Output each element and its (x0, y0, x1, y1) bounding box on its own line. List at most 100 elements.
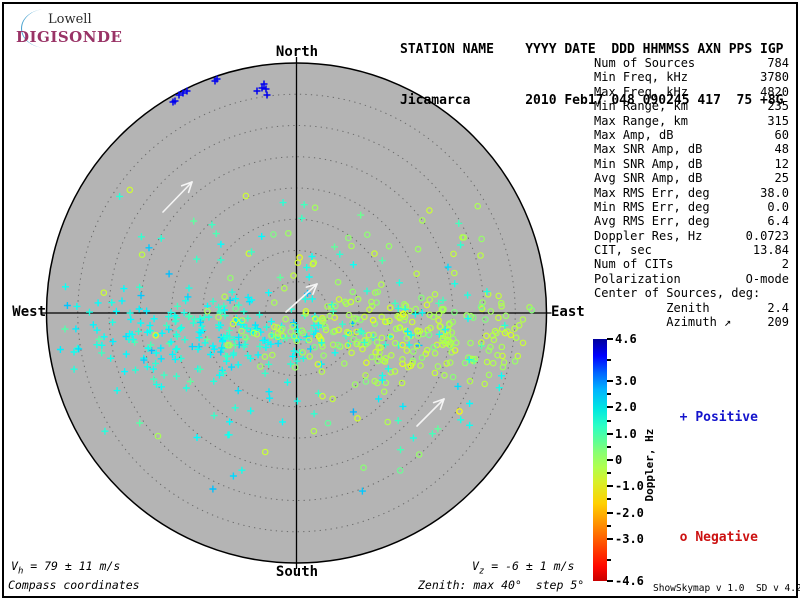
colorbar-tick-label: -2.0 (615, 505, 644, 520)
readout-row: Max Range, km 315 (594, 114, 789, 128)
readout-row: Avg RMS Err, deg 6.4 (594, 214, 789, 228)
readout-row: Num of CITs 2 (594, 257, 789, 271)
compass-label-south: South (275, 564, 319, 580)
readout-value: 3780 (760, 70, 789, 85)
doppler-colorbar (593, 339, 607, 581)
colorbar-tick-label: 2.0 (615, 400, 637, 415)
readout-row: Doppler Res, Hz 0.0723 (594, 229, 789, 243)
readout-label: Polarization (594, 271, 681, 286)
colorbar-tick (607, 537, 613, 540)
readout-label: Max Freq, kHz (594, 84, 688, 99)
colorbar-tick-label: 1.0 (615, 426, 637, 441)
readout-label: Max Amp, dB (594, 127, 674, 142)
colorbar-tick (607, 558, 611, 561)
readout-row: Num of Sources 784 (594, 56, 789, 70)
readout-row: CIT, sec 13.84 (594, 243, 789, 257)
colorbar-tick (607, 498, 611, 501)
readout-value: 0.0 (767, 199, 789, 214)
readout-value: 60 (774, 127, 789, 142)
compass-label-north: North (275, 44, 319, 60)
vz-value: = -6 ± 1 m/s (484, 559, 575, 573)
readout-label: Num of CITs (594, 257, 674, 272)
readout-value: 4820 (760, 84, 789, 99)
version-label: ShowSkymap v 1.0 SD v 4.2 (653, 583, 800, 594)
readout-row: Max Freq, kHz 4820 (594, 85, 789, 99)
readout-value: 25 (774, 171, 789, 186)
colorbar-tick-label: 4.6 (615, 332, 637, 346)
readout-row: Min Freq, kHz 3780 (594, 70, 789, 84)
readout-value: 209 (767, 315, 789, 330)
readout-label: Doppler Res, Hz (594, 228, 703, 243)
readout-value: O-mode (745, 271, 789, 286)
colorbar-tick-label: -4.6 (615, 574, 644, 588)
readout-value: 48 (774, 142, 789, 157)
colorbar-tick (607, 406, 613, 409)
colorbar-axis-label: Doppler, Hz (643, 428, 656, 502)
colorbar-tick-label: -3.0 (615, 531, 644, 546)
readout-row: Max RMS Err, deg 38.0 (594, 186, 789, 200)
readout-row: Max SNR Amp, dB 48 (594, 142, 789, 156)
readout-value: 6.4 (767, 214, 789, 229)
colorbar-tick (607, 459, 613, 461)
legend-negative-label: Negative (695, 530, 758, 545)
colorbar-tick-label: 3.0 (615, 374, 637, 389)
colorbar-tick (607, 511, 613, 514)
readout-label: Azimuth ↗ (594, 315, 732, 330)
legend-positive: + Positive (664, 395, 758, 425)
readout-value: 315 (767, 113, 789, 128)
readout-row: Polarization O-mode (594, 272, 789, 286)
colorbar-tick-label: -1.0 (615, 479, 644, 494)
readout-label: Min SNR Amp, dB (594, 156, 703, 171)
readout-label: Avg RMS Err, deg (594, 214, 710, 229)
vh-value: = 79 ± 11 m/s (23, 559, 121, 573)
colorbar-tick (607, 380, 613, 383)
legend-positive-label: Positive (695, 410, 758, 425)
colorbar-tick (607, 485, 613, 488)
readout-label: Min Range, km (594, 99, 688, 114)
readout-value: 0.0723 (745, 228, 789, 243)
readout-label: Num of Sources (594, 56, 696, 70)
crosshair-axes (41, 57, 552, 569)
readout-label: Max Range, km (594, 113, 688, 128)
colorbar-tick (607, 445, 611, 448)
readout-row: Azimuth ↗ 209 (594, 315, 789, 329)
readout-value: 38.0 (760, 185, 789, 200)
readout-value: 13.84 (752, 243, 789, 258)
readout-row: Min Range, km 235 (594, 99, 789, 113)
readout-row: Center of Sources, deg: (594, 286, 789, 300)
colorbar-tick (607, 419, 611, 422)
horizontal-velocity-readout: Vh = 79 ± 11 m/s (11, 559, 120, 576)
logo-lowell-text: Lowell (48, 12, 92, 27)
readout-value: 784 (767, 56, 789, 70)
colorbar-tick (607, 432, 613, 435)
readout-value: 235 (767, 99, 789, 114)
digisonde-logo: Lowell DIGISONDE (12, 7, 132, 49)
readout-label: Avg SNR Amp, dB (594, 171, 703, 186)
readout-value: 2 (781, 257, 789, 272)
readout-row: Min RMS Err, deg 0.0 (594, 200, 789, 214)
legend-negative: o Negative (664, 515, 758, 545)
colorbar-tick (607, 338, 613, 340)
readout-label: Min RMS Err, deg (594, 199, 710, 214)
readout-label: Max RMS Err, deg (594, 185, 710, 200)
colorbar-tick (607, 524, 611, 527)
readout-row: Avg SNR Amp, dB 25 (594, 171, 789, 185)
readout-label: Zenith (594, 300, 710, 315)
readout-row: Max Amp, dB 60 (594, 128, 789, 142)
logo-digisonde-text: DIGISONDE (16, 28, 123, 46)
readout-row: Min SNR Amp, dB 12 (594, 157, 789, 171)
readout-list: Num of Sources 784 Min Freq, kHz 3780 Max Fr… (594, 56, 789, 329)
vz-symbol: V (472, 559, 479, 573)
readout-row: Zenith 2.4 (594, 301, 789, 315)
colorbar-tick (607, 393, 611, 396)
vertical-velocity-readout: Vz = -6 ± 1 m/s (472, 559, 574, 576)
readout-label: Max SNR Amp, dB (594, 142, 703, 157)
coordinate-system-label: Compass coordinates (8, 578, 140, 592)
colorbar-tick-label: 0 (615, 453, 623, 467)
readout-label: CIT, sec (594, 243, 652, 258)
readout-label: Center of Sources, deg: (594, 286, 761, 301)
colorbar-tick (607, 472, 611, 475)
colorbar-tick (607, 580, 613, 582)
zenith-range-note: Zenith: max 40° step 5° (418, 578, 585, 592)
showskymap-screen: { "logo": { "lowell": "Lowell", "digison… (0, 0, 800, 600)
